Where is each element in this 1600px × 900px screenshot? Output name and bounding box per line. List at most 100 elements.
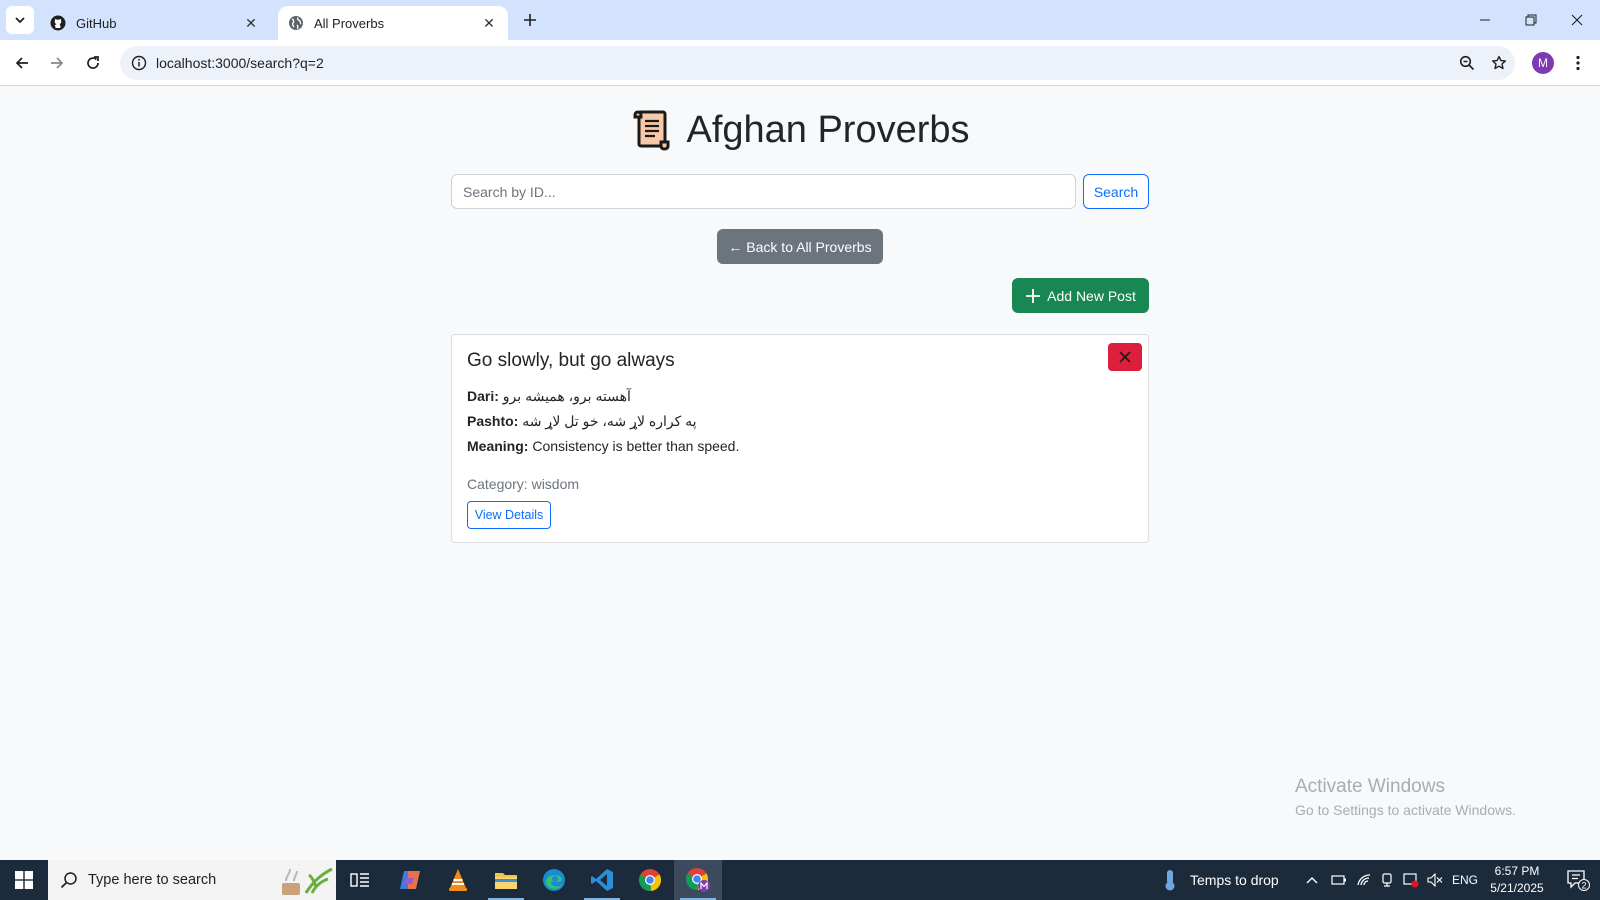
search-button[interactable]: Search xyxy=(1083,174,1149,209)
site-info-icon[interactable] xyxy=(122,55,156,71)
chevron-up-icon xyxy=(1306,877,1318,884)
restore-button[interactable] xyxy=(1508,0,1554,40)
vlc-icon xyxy=(449,869,467,891)
battery-icon xyxy=(1331,875,1346,885)
add-new-post-label: Add New Post xyxy=(1047,287,1136,304)
tab-all-proverbs[interactable]: All Proverbs ✕ xyxy=(278,6,508,40)
search-input[interactable] xyxy=(451,174,1076,209)
browser-toolbar: localhost:3000/search?q=2 M xyxy=(0,40,1600,86)
dari-line: Dari: آهسته برو، همیشه برو xyxy=(467,388,631,405)
chrome-profile-taskbar-button[interactable] xyxy=(674,860,722,900)
weather-text: Temps to drop xyxy=(1190,872,1279,888)
clock-time: 6:57 PM xyxy=(1494,864,1540,878)
tab-title: GitHub xyxy=(76,15,117,31)
scroll-icon xyxy=(630,108,672,152)
microphone-icon xyxy=(1382,873,1392,887)
meet-now-tray-icon[interactable] xyxy=(1380,860,1394,900)
copilot-icon xyxy=(400,871,420,889)
arrow-right-icon xyxy=(51,57,64,69)
security-tray-icon[interactable] xyxy=(1403,860,1419,900)
network-tray-icon[interactable] xyxy=(1356,860,1372,900)
dari-label: Dari: xyxy=(467,388,499,404)
search-highlight-icon xyxy=(282,867,333,895)
taskbar-search-placeholder: Type here to search xyxy=(88,872,217,888)
task-view-button[interactable] xyxy=(336,860,384,900)
clock-date: 5/21/2025 xyxy=(1490,881,1544,895)
security-alert-icon xyxy=(1403,873,1419,888)
watermark-subtitle: Go to Settings to activate Windows. xyxy=(1295,802,1516,818)
view-details-button[interactable]: View Details xyxy=(467,501,551,529)
proverb-title: Go slowly, but go always xyxy=(467,350,675,371)
page-title-row: Afghan Proverbs xyxy=(0,108,1600,152)
address-bar[interactable]: localhost:3000/search?q=2 xyxy=(120,46,1515,80)
minimize-button[interactable] xyxy=(1462,0,1508,40)
globe-icon xyxy=(288,15,304,31)
github-icon xyxy=(50,15,66,31)
weather-widget[interactable]: Temps to drop xyxy=(1162,860,1279,900)
chrome-icon xyxy=(638,869,662,892)
wifi-icon xyxy=(1357,874,1371,886)
back-nav-button[interactable] xyxy=(7,48,37,78)
plus-icon xyxy=(1025,288,1041,304)
pashto-line: Pashto: په کراره لاړ شه، خو تل لاړ شه xyxy=(467,413,697,430)
notification-center-button[interactable]: 2 xyxy=(1556,860,1600,900)
zoom-icon[interactable] xyxy=(1451,55,1483,71)
taskbar-clock[interactable]: 6:57 PM 5/21/2025 xyxy=(1477,863,1557,897)
volume-muted-icon xyxy=(1427,873,1443,887)
start-button[interactable] xyxy=(0,860,48,900)
more-vert-icon xyxy=(1576,55,1580,71)
page-content: Afghan Proverbs Search ← Back to All Pro… xyxy=(0,86,1600,860)
notification-icon: 2 xyxy=(1567,870,1590,891)
edge-icon xyxy=(543,869,565,891)
bookmark-star-icon[interactable] xyxy=(1483,55,1515,71)
search-icon xyxy=(60,872,77,889)
close-icon xyxy=(1571,14,1583,26)
activate-windows-watermark: Activate Windows Go to Settings to activ… xyxy=(1295,776,1516,818)
file-explorer-taskbar-button[interactable] xyxy=(482,860,530,900)
volume-tray-icon[interactable] xyxy=(1427,860,1443,900)
edge-taskbar-button[interactable] xyxy=(530,860,578,900)
forward-nav-button[interactable] xyxy=(42,48,72,78)
proverb-card: Go slowly, but go always Dari: آهسته برو… xyxy=(451,334,1149,543)
taskbar-search-box[interactable]: Type here to search xyxy=(48,860,336,900)
vlc-taskbar-button[interactable] xyxy=(434,860,482,900)
show-hidden-icons-button[interactable] xyxy=(1306,860,1318,900)
tab-github[interactable]: GitHub ✕ xyxy=(40,6,270,40)
reload-button[interactable] xyxy=(78,48,108,78)
notification-count: 2 xyxy=(1581,881,1586,891)
new-tab-button[interactable] xyxy=(518,8,542,32)
input-language-indicator[interactable]: ENG xyxy=(1452,860,1478,900)
add-new-post-button[interactable]: Add New Post xyxy=(1012,278,1149,313)
delete-button[interactable] xyxy=(1108,343,1142,371)
watermark-title: Activate Windows xyxy=(1295,776,1445,797)
page-title: Afghan Proverbs xyxy=(686,108,970,151)
browser-menu-button[interactable] xyxy=(1568,50,1588,76)
dari-text: آهسته برو، همیشه برو xyxy=(502,388,631,404)
minimize-icon xyxy=(1480,19,1490,21)
meaning-line: Meaning: Consistency is better than spee… xyxy=(467,438,739,454)
category-text: Category: wisdom xyxy=(467,476,580,492)
plus-icon xyxy=(524,14,536,26)
meaning-text: Consistency is better than speed. xyxy=(532,438,740,454)
profile-avatar[interactable]: M xyxy=(1532,52,1554,74)
close-tab-icon[interactable]: ✕ xyxy=(242,14,260,32)
windows-logo-icon xyxy=(15,871,33,889)
vscode-taskbar-button[interactable] xyxy=(578,860,626,900)
restore-icon xyxy=(1525,14,1537,26)
url-text[interactable]: localhost:3000/search?q=2 xyxy=(156,55,1451,71)
chevron-down-icon xyxy=(15,17,25,24)
close-icon xyxy=(1119,351,1131,363)
chrome-taskbar-button[interactable] xyxy=(626,860,674,900)
copilot-taskbar-button[interactable] xyxy=(386,860,434,900)
close-window-button[interactable] xyxy=(1554,0,1600,40)
vscode-icon xyxy=(591,869,613,891)
tab-title: All Proverbs xyxy=(314,15,385,31)
close-tab-icon[interactable]: ✕ xyxy=(480,14,498,32)
pashto-label: Pashto: xyxy=(467,413,519,429)
arrow-left-icon xyxy=(15,57,28,69)
battery-tray-icon[interactable] xyxy=(1331,860,1347,900)
back-to-all-button[interactable]: ← Back to All Proverbs xyxy=(717,229,883,264)
browser-tab-strip: GitHub ✕ All Proverbs ✕ xyxy=(0,0,1600,40)
meaning-label: Meaning: xyxy=(467,438,529,454)
tab-search-button[interactable] xyxy=(6,6,34,34)
